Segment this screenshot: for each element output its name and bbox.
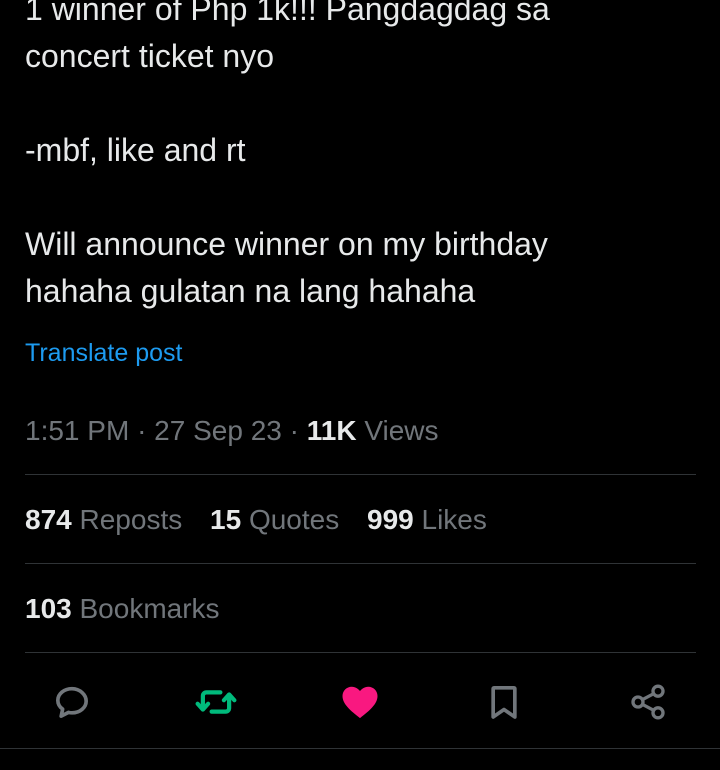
- likes-label: Likes: [421, 504, 487, 535]
- views-count: 11K: [306, 415, 357, 446]
- quotes-count: 15: [210, 504, 242, 535]
- post-text-line: Will announce winner on my birthday: [25, 226, 548, 262]
- post-text-line: concert ticket nyo: [25, 38, 274, 74]
- quotes-stat[interactable]: 15 Quotes: [210, 502, 339, 538]
- post-text: 1 winner of Php 1k!!! Pangdagdag sa conc…: [25, 0, 705, 315]
- bookmarks-count: 103: [25, 593, 72, 624]
- post-text-line: 1 winner of Php 1k!!! Pangdagdag sa: [25, 0, 550, 27]
- reposts-label: Reposts: [79, 504, 183, 535]
- heart-filled-icon: [342, 686, 378, 719]
- likes-count: 999: [367, 504, 414, 535]
- meta-separator: ·: [137, 415, 147, 446]
- likes-stat[interactable]: 999 Likes: [367, 502, 487, 538]
- post-text-line: hahaha gulatan na lang hahaha: [25, 273, 476, 309]
- bookmark-icon: [491, 686, 517, 719]
- views-label: Views: [364, 415, 439, 446]
- quotes-label: Quotes: [248, 504, 340, 535]
- bookmark-button[interactable]: [474, 672, 534, 732]
- divider: [25, 652, 696, 653]
- repost-button[interactable]: [186, 672, 246, 732]
- share-icon: [631, 684, 665, 720]
- reply-button[interactable]: [42, 672, 102, 732]
- action-bar: [0, 672, 720, 732]
- post-text-line: -mbf, like and rt: [25, 132, 246, 168]
- engagement-stats: 874 Reposts 15 Quotes 999 Likes: [25, 502, 507, 538]
- share-button[interactable]: [618, 672, 678, 732]
- repost-icon: [195, 690, 237, 714]
- divider: [25, 563, 696, 564]
- like-button[interactable]: [330, 672, 390, 732]
- bookmarks-label: Bookmarks: [79, 593, 220, 624]
- divider: [25, 474, 696, 475]
- bookmarks-stat[interactable]: 103 Bookmarks: [25, 591, 220, 627]
- reposts-stat[interactable]: 874 Reposts: [25, 502, 182, 538]
- divider: [0, 748, 720, 749]
- post-time: 1:51 PM: [25, 415, 130, 446]
- translate-post-link[interactable]: Translate post: [25, 337, 182, 369]
- bookmarks-row: 103 Bookmarks: [25, 591, 240, 627]
- post-date: 27 Sep 23: [154, 415, 282, 446]
- reply-icon: [56, 686, 88, 718]
- post-meta: 1:51 PM · 27 Sep 23 · 11K Views: [25, 413, 439, 449]
- meta-separator: ·: [289, 415, 299, 446]
- reposts-count: 874: [25, 504, 72, 535]
